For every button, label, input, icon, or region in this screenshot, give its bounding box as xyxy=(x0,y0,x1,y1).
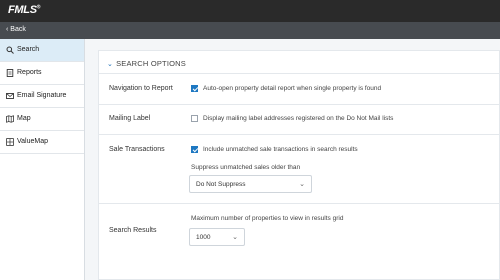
search-results-label: Search Results xyxy=(109,227,157,234)
sidebar-item-label: Search xyxy=(17,46,40,53)
divider xyxy=(99,134,500,135)
fmls-logo: FMLS® xyxy=(8,4,41,16)
mailing-label-label: Mailing Label xyxy=(109,115,151,122)
unmatched-sales-checkbox[interactable] xyxy=(191,146,198,153)
do-not-mail-option-text: Display mailing label addresses register… xyxy=(203,115,394,122)
back-bar: ‹ Back xyxy=(0,22,500,39)
search-options-panel: ⌄ SEARCH OPTIONS Navigation to Report Aut… xyxy=(98,50,500,280)
envelope-icon xyxy=(6,93,14,99)
sidebar-item-reports[interactable]: Reports xyxy=(0,62,84,85)
section-title: SEARCH OPTIONS xyxy=(116,59,186,68)
sidebar-item-map[interactable]: Map xyxy=(0,108,84,131)
section-header[interactable]: ⌄ SEARCH OPTIONS xyxy=(107,59,186,68)
chevron-left-icon: ‹ xyxy=(6,26,9,33)
divider xyxy=(99,73,500,74)
sidebar-item-label: Email Signature xyxy=(17,92,67,99)
valuemap-icon xyxy=(6,138,14,146)
sidebar-item-label: Map xyxy=(17,115,31,122)
auto-open-checkbox[interactable] xyxy=(191,85,198,92)
divider xyxy=(99,203,500,204)
settings-sidebar: Search Reports Email Signature Map Value… xyxy=(0,39,85,280)
max-results-value: 1000 xyxy=(196,234,211,241)
suppress-select-value: Do Not Suppress xyxy=(196,181,246,188)
auto-open-option-text: Auto-open property detail report when si… xyxy=(203,85,382,92)
search-icon xyxy=(6,46,14,54)
max-results-label: Maximum number of properties to view in … xyxy=(191,215,344,222)
back-button[interactable]: ‹ Back xyxy=(6,26,26,33)
divider xyxy=(99,104,500,105)
max-results-select[interactable]: 1000 ⌄ xyxy=(189,228,245,246)
suppress-select[interactable]: Do Not Suppress ⌄ xyxy=(189,175,312,193)
sidebar-item-email-signature[interactable]: Email Signature xyxy=(0,85,84,108)
sidebar-item-label: Reports xyxy=(17,69,42,76)
sidebar-item-valuemap[interactable]: ValueMap xyxy=(0,131,84,154)
chevron-down-icon: ⌄ xyxy=(232,234,238,241)
do-not-mail-checkbox[interactable] xyxy=(191,115,198,122)
map-icon xyxy=(6,115,14,123)
chevron-down-icon: ⌄ xyxy=(107,61,114,68)
suppress-label: Suppress unmatched sales older than xyxy=(191,164,301,171)
unmatched-sales-option-text: Include unmatched sale transactions in s… xyxy=(203,146,358,153)
sale-transactions-label: Sale Transactions xyxy=(109,146,165,153)
nav-report-label: Navigation to Report xyxy=(109,85,173,92)
sidebar-item-label: ValueMap xyxy=(17,138,49,145)
back-label: Back xyxy=(10,26,26,33)
document-icon xyxy=(6,69,14,77)
top-header: FMLS® xyxy=(0,0,500,22)
sidebar-item-search[interactable]: Search xyxy=(0,39,84,62)
chevron-down-icon: ⌄ xyxy=(299,181,305,188)
